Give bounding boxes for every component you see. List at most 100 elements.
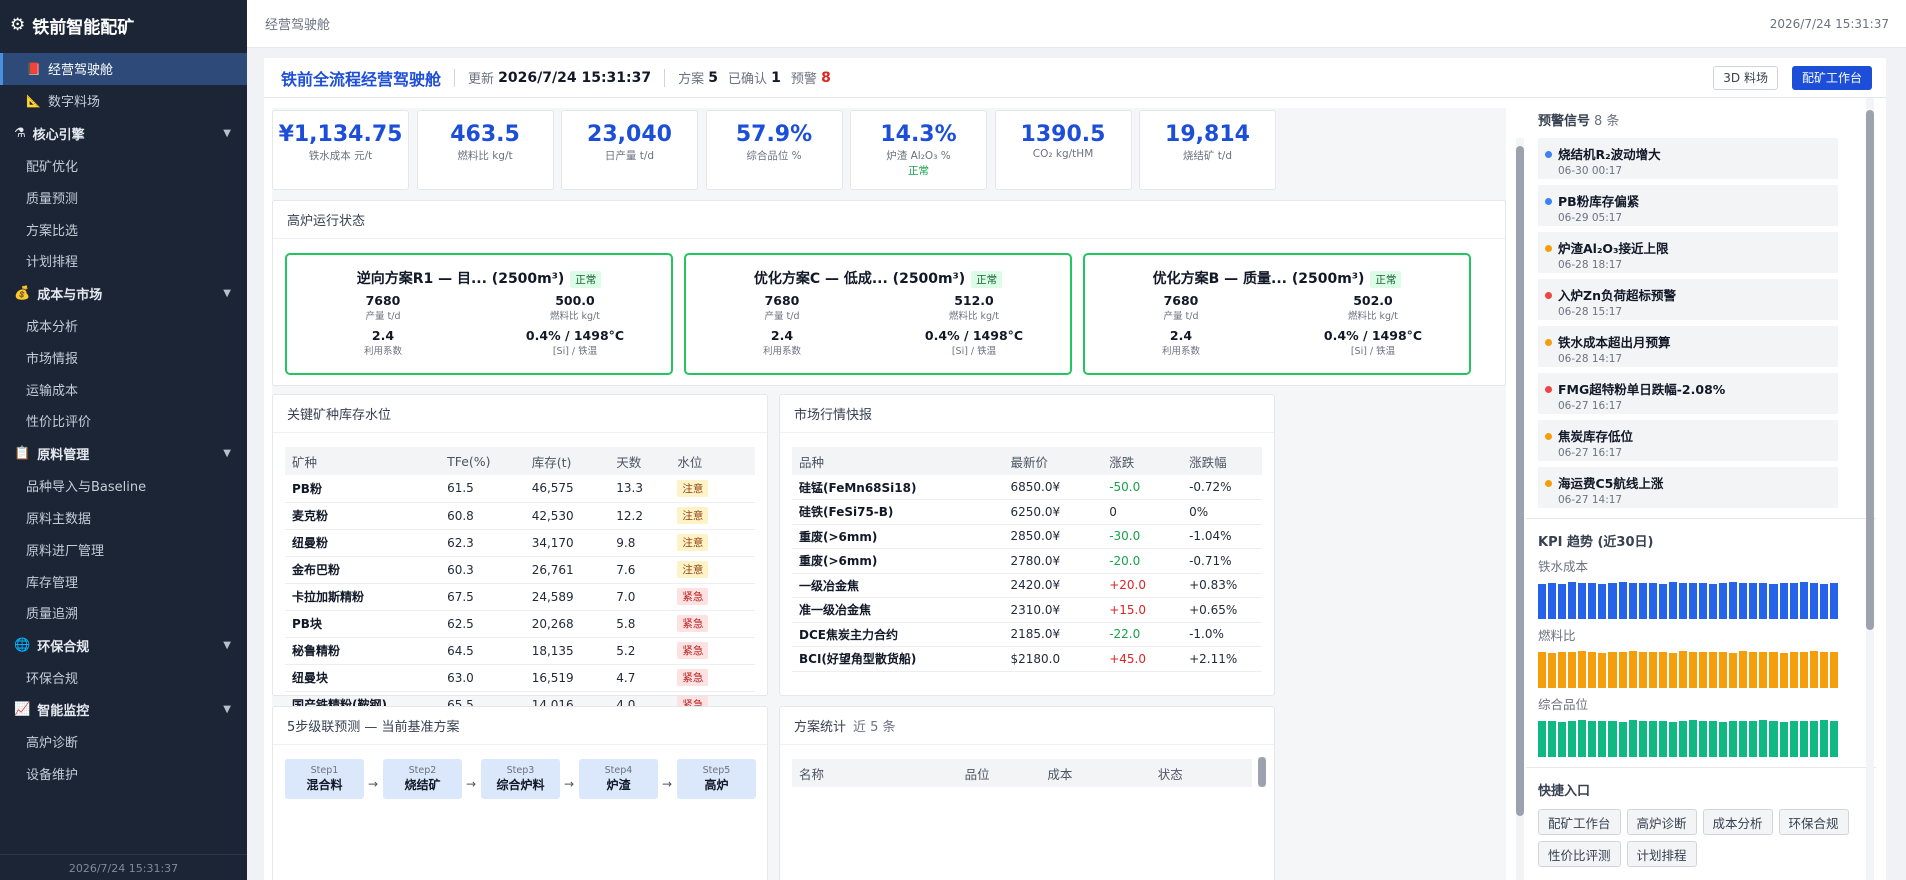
table-row[interactable]: 卡拉加斯精粉 67.5 24,589 7.0 紧急 [285,583,755,611]
sidebar-item-3[interactable]: 配矿优化 [0,149,247,181]
table-row[interactable]: 重废(>6mm) 2850.0¥ -30.0 -1.04% [792,524,1262,549]
market-col-header[interactable]: 最新价 [1003,447,1103,475]
workbench-button[interactable]: 配矿工作台 [1791,65,1872,90]
table-row[interactable]: 硅铁(FeSi75-B) 6250.0¥ 0 0% [792,499,1262,525]
table-row[interactable]: 重废(>6mm) 2780.0¥ -20.0 -0.71% [792,548,1262,574]
plan-col-header[interactable]: 品位 [957,759,1041,787]
sparkline-bar [1739,651,1748,688]
shortcut-button[interactable]: 计划排程 [1626,841,1697,867]
kpi-card[interactable]: 14.3% 炉渣 Al₂O₃ % 正常 [850,110,987,190]
3d-yard-button[interactable]: 3D 料场 [1713,65,1778,90]
sidebar-item-1[interactable]: 📐 数字料场 [0,85,247,117]
furnace-card[interactable]: 优化方案B — 质量... (2500m³) 正常 7680 产量 t/d 502.0 燃… [1083,253,1471,375]
kpi-card[interactable]: 23,040 日产量 t/d [561,110,698,190]
table-row[interactable]: PB块 62.5 20,268 5.8 紧急 [285,610,755,638]
sidebar-item-8[interactable]: 成本分析 [0,309,247,341]
sidebar-item-11[interactable]: 性价比评价 [0,405,247,437]
nav-group-7[interactable]: 💰 成本与市场 ▼ [0,277,247,310]
stock-col-header[interactable]: 库存(t) [524,447,610,475]
sidebar-item-13[interactable]: 品种导入与Baseline [0,469,247,501]
commodity-change: 0 [1102,499,1183,525]
commodity-price: 6850.0¥ [1003,475,1103,500]
shortcut-button[interactable]: 成本分析 [1702,809,1773,835]
shortcut-button[interactable]: 性价比评测 [1538,841,1621,867]
furnace-name-text: 优化方案C — 低成... (2500m³) [753,271,966,287]
alert-item[interactable]: FMG超特粉单日跌幅-2.08% 06-27 16:17 [1538,373,1838,414]
nav-group-20[interactable]: 📈 智能监控 ▼ [0,693,247,726]
stock-col-header[interactable]: 天数 [609,447,671,475]
shortcut-button[interactable]: 高炉诊断 [1626,809,1697,835]
alert-dot [1545,292,1552,299]
main-scrollbar[interactable] [1516,138,1524,880]
alert-item[interactable]: 入炉Zn负荷超标预警 06-28 15:17 [1538,279,1838,320]
alert-item[interactable]: 烧结机R₂波动增大 06-30 00:17 [1538,138,1838,179]
stock-col-header[interactable]: TFe(%) [440,447,525,475]
table-row[interactable]: 一级冶金焦 2420.0¥ +20.0 +0.83% [792,573,1262,598]
cascade-step[interactable]: Step3 综合炉料 [481,759,560,799]
sidebar-item-4[interactable]: 质量预测 [0,181,247,213]
furnace-card[interactable]: 优化方案C — 低成... (2500m³) 正常 7680 产量 t/d 512.0 燃… [684,253,1072,375]
sidebar-item-17[interactable]: 质量追溯 [0,597,247,629]
alert-item[interactable]: 海运费C5航线上涨 06-27 14:17 [1538,467,1838,508]
alert-item[interactable]: PB粉库存偏紧 06-29 05:17 [1538,185,1838,226]
breadcrumb[interactable]: 经营驾驶舱 [265,14,330,33]
right-panel-scrollbar[interactable] [1866,98,1874,880]
market-col-header[interactable]: 涨跌 [1102,447,1183,475]
plans-count: 5 [708,69,719,86]
sidebar-item-19[interactable]: 环保合规 [0,661,247,693]
sidebar-item-0[interactable]: 📕 经营驾驶舱 [0,53,247,85]
sidebar-item-15[interactable]: 原料进厂管理 [0,533,247,565]
plan-col-header[interactable]: 名称 [792,759,958,787]
level-badge: 注意 [677,507,709,524]
sidebar-item-9[interactable]: 市场情报 [0,341,247,373]
shortcut-button[interactable]: 配矿工作台 [1538,809,1621,835]
sparkline-bar [1769,720,1778,757]
sidebar-item-14[interactable]: 原料主数据 [0,501,247,533]
sparkline-bar [1658,720,1667,757]
sidebar-item-21[interactable]: 高炉诊断 [0,726,247,758]
table-row[interactable]: PB粉 61.5 46,575 13.3 注意 [285,475,755,503]
nav-group-18[interactable]: 🌐 环保合规 ▼ [0,629,247,662]
sidebar-item-16[interactable]: 库存管理 [0,565,247,597]
sidebar-item-6[interactable]: 计划排程 [0,245,247,277]
alert-item[interactable]: 焦炭库存低位 06-27 16:17 [1538,420,1838,461]
kpi-card[interactable]: 1390.5 CO₂ kg/tHM [994,110,1132,190]
table-row[interactable]: 纽曼粉 62.3 34,170 9.8 注意 [285,529,755,557]
kpi-card[interactable]: ¥1,134.75 铁水成本 元/t [272,110,409,190]
table-row[interactable]: 秘鲁精粉 64.5 18,135 5.2 紧急 [285,637,755,665]
sidebar-item-5[interactable]: 方案比选 [0,213,247,245]
cascade-step[interactable]: Step5 高炉 [677,759,756,799]
nav-group-12[interactable]: 📋 原料管理 ▼ [0,437,247,470]
sparkline-bar [1819,583,1828,619]
sparkline-bar [1709,720,1718,757]
kpi-card[interactable]: 19,814 烧结矿 t/d [1139,110,1276,190]
stock-col-header[interactable]: 水位 [670,447,755,475]
plan-col-header[interactable]: 状态 [1150,759,1252,787]
alert-item[interactable]: 炉渣Al₂O₃接近上限 06-28 18:17 [1538,232,1838,273]
plan-col-header[interactable]: 成本 [1040,759,1151,787]
cascade-step[interactable]: Step1 混合料 [285,759,364,799]
kpi-card[interactable]: 463.5 燃料比 kg/t [416,110,554,190]
market-col-header[interactable]: 涨跌幅 [1182,447,1262,475]
brand[interactable]: ⚙ 铁前智能配矿 [0,0,247,50]
table-row[interactable]: 准一级冶金焦 2310.0¥ +15.0 +0.65% [792,597,1262,623]
table-row[interactable]: 麦克粉 60.8 42,530 12.2 注意 [285,502,755,530]
table-row[interactable]: 硅锰(FeMn68Si18) 6850.0¥ -50.0 -0.72% [792,475,1262,500]
furnace-fuel-ratio: 502.0 燃料比 kg/t [1277,293,1469,328]
cascade-step[interactable]: Step4 炉渣 [579,759,658,799]
kpi-card[interactable]: 57.9% 综合品位 % [705,110,843,190]
plan-stats-scrollbar[interactable] [1258,757,1266,787]
sidebar-item-10[interactable]: 运输成本 [0,373,247,405]
furnace-card[interactable]: 逆向方案R1 — 目... (2500m³) 正常 7680 产量 t/d 500.0 燃… [285,253,673,375]
table-row[interactable]: 金布巴粉 60.3 26,761 7.6 注意 [285,556,755,584]
table-row[interactable]: BCI(好望角型散货船) $2180.0 +45.0 +2.11% [792,646,1262,672]
shortcut-button[interactable]: 环保合规 [1778,809,1849,835]
market-col-header[interactable]: 品种 [792,447,1004,475]
nav-group-2[interactable]: ⚗ 核心引擎 ▼ [0,117,247,150]
stock-col-header[interactable]: 矿种 [285,447,441,475]
cascade-step[interactable]: Step2 烧结矿 [383,759,462,799]
table-row[interactable]: 纽曼块 63.0 16,519 4.7 紧急 [285,664,755,692]
alert-item[interactable]: 铁水成本超出月预算 06-28 14:17 [1538,326,1838,367]
table-row[interactable]: DCE焦炭主力合约 2185.0¥ -22.0 -1.0% [792,622,1262,647]
sidebar-item-22[interactable]: 设备维护 [0,758,247,790]
